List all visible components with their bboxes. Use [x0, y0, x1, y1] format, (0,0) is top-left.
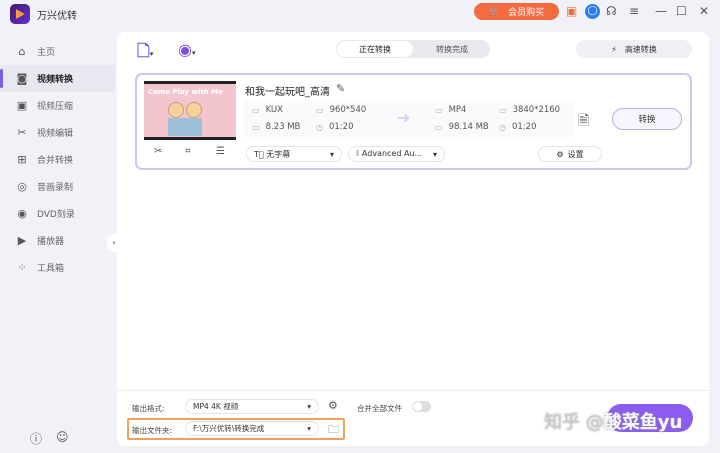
- sidebar-item-compress[interactable]: ▣ 视频压缩: [0, 92, 115, 119]
- sidebar-item-player[interactable]: ▶ 播放器: [0, 227, 115, 254]
- output-settings-icon[interactable]: 🗎: [578, 110, 589, 134]
- merge-icon: ⊞: [17, 153, 27, 166]
- format-settings-icon[interactable]: ⚙: [328, 399, 338, 412]
- record-icon: ◎: [17, 180, 27, 193]
- output-format-select[interactable]: MP4 4K 视频 ▾: [185, 399, 319, 414]
- toolbox-icon: ⁘: [17, 261, 27, 274]
- status-tabs: 正在转换 转换完成: [336, 40, 490, 58]
- add-file-button[interactable]: 🗋▾: [137, 40, 153, 67]
- subtitle-icon: T⃒: [254, 149, 267, 159]
- sidebar-item-record[interactable]: ◎ 音画录制: [0, 173, 115, 200]
- trim-icon[interactable]: ✂: [154, 146, 162, 157]
- thumb-figure: [168, 102, 184, 118]
- menu-icon[interactable]: ≡: [629, 4, 639, 18]
- maximize-icon[interactable]: ☐: [676, 4, 687, 18]
- help-icon[interactable]: ⓘ: [30, 430, 42, 447]
- divider: [117, 390, 709, 391]
- chevron-down-icon: ▾: [307, 402, 311, 411]
- merge-toggle[interactable]: [412, 401, 431, 412]
- user-avatar-icon[interactable]: ◯: [585, 4, 600, 19]
- thumb-figure: [186, 102, 202, 118]
- resolution-icon: ▭: [499, 105, 507, 115]
- cart-icon: 🛒: [488, 6, 501, 17]
- gift-icon[interactable]: ▣: [566, 4, 577, 18]
- add-dvd-button[interactable]: ◉▾: [178, 40, 195, 59]
- rename-icon[interactable]: ✎: [336, 82, 345, 95]
- buy-membership-button[interactable]: 🛒 会员购买: [474, 3, 559, 20]
- collapse-sidebar-button[interactable]: ‹: [107, 234, 121, 252]
- watermark: 知乎 @酸菜鱼yu: [544, 412, 683, 433]
- sidebar-item-home[interactable]: ⌂ 主页: [0, 38, 115, 65]
- tab-finished[interactable]: 转换完成: [414, 40, 490, 58]
- convert-icon: ◙: [16, 72, 28, 85]
- video-thumbnail[interactable]: Come Play with Me: [144, 81, 236, 140]
- format-icon: ▭: [435, 105, 443, 115]
- home-icon: ⌂: [18, 45, 26, 58]
- player-icon: ▶: [17, 234, 27, 247]
- sidebar-item-toolbox[interactable]: ⁘ 工具箱: [0, 254, 115, 281]
- folder-icon: ▭: [252, 122, 260, 132]
- headset-icon[interactable]: ☊: [606, 4, 617, 18]
- clock-icon: ◷: [499, 122, 506, 132]
- sidebar: ⌂ 主页 ◙ 视频转换 ▣ 视频压缩 ✂ 视频编辑 ⊞ 合并转换 ◎ 音画录制 ◉ DVD刻录…: [0, 38, 115, 281]
- lightning-icon: ⚡: [611, 44, 617, 54]
- app-title: 万兴优转: [37, 11, 77, 22]
- convert-button[interactable]: 转换: [612, 108, 682, 130]
- scissors-icon: ✂: [17, 126, 27, 139]
- app-logo: [10, 4, 30, 24]
- subtitle-dropdown[interactable]: T⃒ 无字幕 ▾: [246, 146, 342, 162]
- effects-icon[interactable]: ☰: [216, 146, 225, 157]
- sidebar-item-video-convert[interactable]: ◙ 视频转换: [0, 65, 115, 92]
- settings-button[interactable]: ⚙ 设置: [538, 146, 602, 162]
- settings-icon: ⚙: [556, 149, 564, 159]
- resolution-icon: ▭: [316, 105, 324, 115]
- feedback-icon[interactable]: ☺: [56, 430, 69, 444]
- sidebar-item-edit[interactable]: ✂ 视频编辑: [0, 119, 115, 146]
- crop-icon[interactable]: ⌗: [185, 146, 191, 157]
- minimize-icon[interactable]: —: [655, 4, 667, 18]
- folder-icon: ▭: [435, 122, 443, 132]
- tab-converting[interactable]: 正在转换: [337, 41, 413, 57]
- sidebar-item-merge[interactable]: ⊞ 合并转换: [0, 146, 115, 173]
- audio-dropdown[interactable]: ⫴ Advanced Au... ▾: [348, 146, 445, 162]
- clock-icon: ◷: [316, 122, 323, 132]
- arrow-right-icon: ➜: [397, 108, 411, 127]
- close-icon[interactable]: ✕: [699, 4, 709, 18]
- chevron-down-icon: ▾: [432, 149, 437, 159]
- format-icon: ▭: [252, 105, 260, 115]
- thumb-body: [168, 118, 202, 136]
- chevron-down-icon: ▾: [329, 149, 334, 159]
- merge-label: 合并全部文件: [357, 404, 402, 413]
- fast-convert-button[interactable]: ⚡ 高速转换: [576, 40, 692, 58]
- highlight-box: [127, 418, 345, 440]
- sidebar-item-dvd[interactable]: ◉ DVD刻录: [0, 200, 115, 227]
- output-format-label: 输出格式:: [132, 404, 165, 413]
- compress-icon: ▣: [16, 99, 28, 112]
- file-name: 和我一起玩吧_高清: [245, 87, 330, 98]
- dvd-icon: ◉: [17, 207, 27, 220]
